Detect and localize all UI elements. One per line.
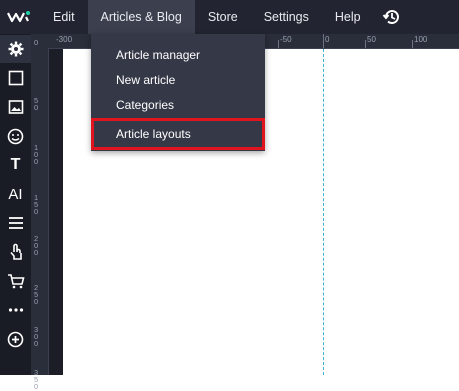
top-bar: Edit Articles & Blog Store Settings Help xyxy=(0,0,459,34)
ruler-v-label: 200 xyxy=(34,234,39,257)
menu-articles-blog[interactable]: Articles & Blog xyxy=(87,0,195,34)
ruler-v-label: 250 xyxy=(34,283,39,306)
menu-edit[interactable]: Edit xyxy=(40,0,88,34)
add-icon[interactable] xyxy=(0,325,31,353)
menu-help[interactable]: Help xyxy=(322,0,374,34)
dropdown-item-new-article[interactable]: New article xyxy=(91,67,265,93)
menu-settings[interactable]: Settings xyxy=(251,0,322,34)
ruler-h-label: -300 xyxy=(56,35,73,44)
ai-icon[interactable]: AI xyxy=(0,180,31,208)
wix-logo-icon[interactable] xyxy=(6,8,32,26)
ruler-h-label: 0 xyxy=(325,35,330,44)
text-icon[interactable]: T xyxy=(0,151,31,179)
ruler-v-label: 150 xyxy=(34,193,39,216)
ruler-tick xyxy=(323,34,324,48)
more-icon[interactable] xyxy=(0,296,31,324)
vertical-ruler[interactable]: 0 50 100 150 200 250 300 350 xyxy=(31,34,49,390)
ruler-tick xyxy=(365,40,366,48)
ruler-v-label: 300 xyxy=(34,325,39,348)
history-icon[interactable] xyxy=(382,7,402,27)
dropdown-item-article-layouts[interactable]: Article layouts xyxy=(91,118,265,150)
canvas-margin xyxy=(49,49,63,375)
settings-icon[interactable] xyxy=(0,35,31,63)
articles-blog-dropdown: Article manager New article Categories A… xyxy=(91,34,265,151)
menu-store[interactable]: Store xyxy=(195,0,251,34)
menu-icon[interactable] xyxy=(0,209,31,237)
ruler-h-label: 100 xyxy=(414,35,428,44)
ruler-v-label: 350 xyxy=(34,368,39,391)
dropdown-item-article-manager[interactable]: Article manager xyxy=(91,42,265,68)
dropdown-item-categories[interactable]: Categories xyxy=(91,92,265,118)
ruler-tick xyxy=(412,40,413,48)
ruler-v-label: 100 xyxy=(34,143,39,166)
image-icon[interactable] xyxy=(0,93,31,121)
ruler-v-label: 50 xyxy=(34,96,39,112)
ruler-tick xyxy=(278,40,279,48)
emoji-icon[interactable] xyxy=(0,122,31,150)
guide-line[interactable] xyxy=(323,49,324,375)
left-toolbar: T AI xyxy=(0,34,31,375)
box-icon[interactable] xyxy=(0,64,31,92)
ruler-h-label: -50 xyxy=(280,35,292,44)
main-menu: Edit Articles & Blog Store Settings Help xyxy=(40,0,374,34)
touch-icon[interactable] xyxy=(0,238,31,266)
ruler-h-label: 50 xyxy=(367,35,376,44)
cart-icon[interactable] xyxy=(0,267,31,295)
ruler-v-label: 0 xyxy=(34,38,39,47)
